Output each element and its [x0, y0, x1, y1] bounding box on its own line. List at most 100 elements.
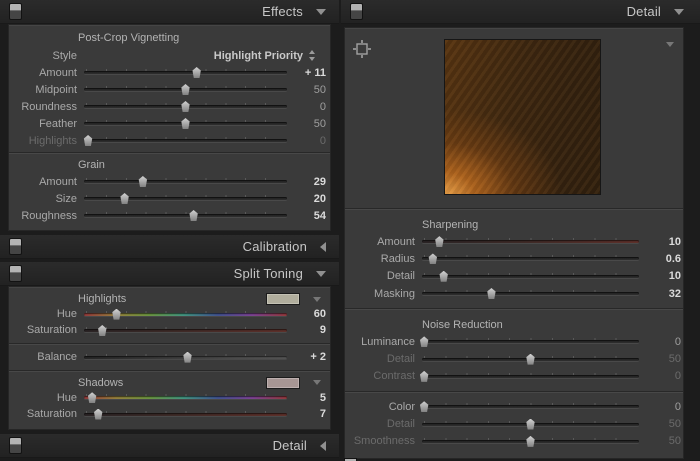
style-dropdown-row: Style Highlight Priority [9, 47, 330, 64]
panel-toggle-icon[interactable] [9, 3, 22, 20]
detail-panel-content: Sharpening Amount 10 Radius 0.6 Detail [344, 27, 684, 459]
slider-track[interactable] [84, 391, 287, 404]
popup-arrows-icon[interactable] [308, 50, 316, 61]
slider-value: 10 [639, 270, 681, 282]
slider-label: Midpoint [14, 84, 77, 96]
slider-row-balance: Balance + 2 [9, 349, 330, 366]
slider-row-feather: Feather 50 [9, 115, 330, 132]
slider-value: 32 [639, 288, 681, 300]
slider-row-sharpen-radius: Radius 0.6 [345, 250, 683, 267]
slider-label: Balance [14, 351, 77, 363]
split-toning-panel-content: Highlights Hue 60 Saturation 9 [8, 286, 331, 430]
section-divider [9, 370, 330, 372]
slider-value: 50 [639, 353, 681, 365]
slider-track[interactable] [422, 418, 639, 431]
sharpen-preview-image[interactable] [444, 39, 601, 195]
highlights-color-swatch[interactable] [266, 293, 300, 305]
style-dropdown[interactable]: Highlight Priority [214, 50, 303, 62]
slider-row-midpoint: Midpoint 50 [9, 81, 330, 98]
slider-label: Size [14, 193, 77, 205]
slider-track-bar [84, 139, 287, 142]
right-panel-column: Detail Sharpening Amount [341, 0, 700, 459]
slider-track-bar [422, 405, 639, 408]
slider-value: 60 [287, 308, 326, 320]
section-title-noise-reduction: Noise Reduction [422, 317, 683, 333]
slider-track[interactable] [84, 83, 287, 96]
slider-row-shadows-saturation: Saturation 7 [9, 406, 330, 422]
slider-track[interactable] [422, 335, 639, 348]
slider-value: + 11 [287, 67, 326, 79]
slider-row-sharpen-detail: Detail 10 [345, 268, 683, 285]
slider-row-luminance-detail: Detail 50 [345, 350, 683, 367]
slider-track[interactable] [422, 353, 639, 366]
disclosure-triangle-icon[interactable] [313, 297, 321, 302]
section-title-post-crop-vignetting: Post-Crop Vignetting [78, 30, 330, 46]
slider-label: Saturation [14, 408, 77, 420]
slider-track-bar [422, 240, 639, 243]
slider-track[interactable] [422, 252, 639, 265]
detail-preview-area [345, 28, 683, 205]
slider-row-sharpen-masking: Masking 32 [345, 285, 683, 302]
panel-toggle-icon[interactable] [9, 437, 22, 454]
slider-row-luminance-contrast: Contrast 0 [345, 368, 683, 385]
zoom-target-icon[interactable] [352, 39, 372, 59]
slider-label: Color [349, 401, 415, 413]
slider-value: 50 [287, 118, 326, 130]
slider-label: Highlights [14, 135, 77, 147]
slider-track[interactable] [422, 235, 639, 248]
slider-track-bar [84, 180, 287, 183]
left-panel-column: Effects Post-Crop Vignetting Style Highl… [0, 0, 339, 461]
slider-row-sharpen-amount: Amount 10 [345, 233, 683, 250]
slider-track-bar [422, 375, 639, 378]
chevron-left-icon [320, 242, 326, 252]
slider-track[interactable] [84, 324, 287, 337]
slider-label: Saturation [14, 324, 77, 336]
disclosure-triangle-icon[interactable] [313, 380, 321, 385]
slider-value: + 2 [287, 351, 326, 363]
slider-row-grain-size: Size 20 [9, 190, 330, 207]
slider-track[interactable] [422, 370, 639, 383]
slider-track[interactable] [84, 175, 287, 188]
slider-track[interactable] [84, 408, 287, 421]
slider-value: 7 [287, 408, 326, 420]
disclosure-triangle-icon[interactable] [666, 42, 674, 47]
section-title-grain: Grain [78, 157, 330, 173]
panel-header-split-toning[interactable]: Split Toning [0, 262, 339, 286]
slider-track[interactable] [84, 209, 287, 222]
panel-title: Split Toning [234, 266, 303, 281]
saturation-gradient-track [84, 329, 287, 332]
slider-row-highlights: Highlights 0 [9, 132, 330, 149]
slider-track[interactable] [422, 435, 639, 448]
slider-track[interactable] [84, 308, 287, 321]
slider-track[interactable] [84, 66, 287, 79]
section-title-shadows: Shadows [78, 376, 123, 390]
panel-header-calibration[interactable]: Calibration [0, 235, 339, 259]
slider-row-color: Color 0 [345, 398, 683, 415]
slider-track[interactable] [84, 351, 287, 364]
slider-value: 0 [639, 401, 681, 413]
slider-label: Roundness [14, 101, 77, 113]
panel-header-detail[interactable]: Detail [341, 0, 700, 24]
slider-track[interactable] [422, 287, 639, 300]
panel-toggle-icon[interactable] [9, 238, 22, 255]
slider-value: 54 [287, 210, 326, 222]
slider-track[interactable] [84, 100, 287, 113]
slider-value: 50 [287, 84, 326, 96]
slider-track[interactable] [84, 117, 287, 130]
panel-header-effects[interactable]: Effects [0, 0, 339, 24]
panel-toggle-icon[interactable] [350, 3, 363, 20]
slider-track[interactable] [84, 134, 287, 147]
hue-gradient-track [84, 396, 287, 399]
slider-row-grain-amount: Amount 29 [9, 173, 330, 190]
slider-track[interactable] [84, 192, 287, 205]
shadows-color-swatch[interactable] [266, 377, 300, 389]
slider-track[interactable] [422, 400, 639, 413]
panel-header-detail-left[interactable]: Detail [0, 434, 339, 458]
slider-label: Smoothness [349, 435, 415, 447]
chevron-left-icon [320, 441, 326, 451]
section-title-sharpening: Sharpening [422, 217, 683, 233]
slider-track[interactable] [422, 270, 639, 283]
section-divider [345, 208, 683, 210]
slider-label: Detail [349, 418, 415, 430]
panel-toggle-icon[interactable] [9, 265, 22, 282]
